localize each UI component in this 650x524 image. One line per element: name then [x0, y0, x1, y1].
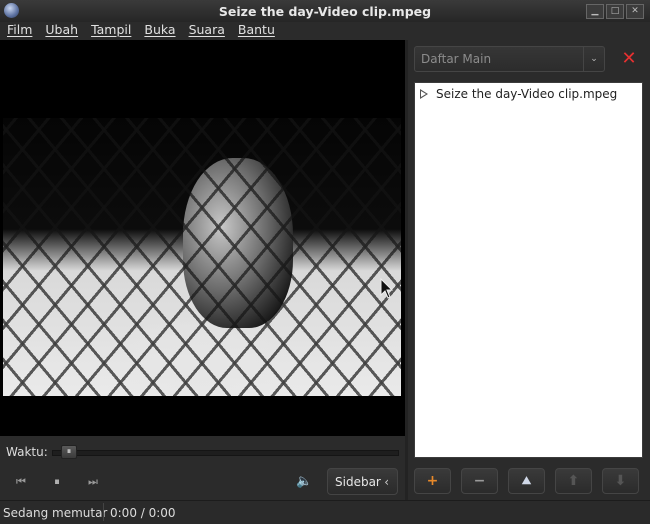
minimize-icon[interactable]: ▁ [586, 4, 604, 19]
seek-handle[interactable]: ⏸ [61, 445, 77, 459]
status-text: Sedang memutar [3, 506, 108, 520]
sidebar-selector-value: Daftar Main [421, 52, 492, 66]
menu-bantu[interactable]: Bantu [231, 22, 281, 39]
save-button[interactable]: ⛰ [508, 468, 545, 494]
close-x-icon[interactable]: ✕ [620, 50, 638, 68]
sidebar-toggle-button[interactable]: Sidebar ‹ [327, 468, 398, 495]
arrow-down-icon: ⬇ [614, 473, 627, 489]
video-frame [3, 118, 401, 396]
minus-icon: − [473, 473, 486, 489]
add-button[interactable]: + [414, 468, 451, 494]
chevron-down-icon: ⌄ [583, 47, 604, 71]
skip-forward-icon[interactable]: ⏭ [82, 473, 104, 491]
sidebar-button-label: Sidebar [335, 475, 381, 489]
menu-tampil[interactable]: Tampil [84, 22, 137, 39]
status-bar: Sedang memutar 0:00 / 0:00 [0, 500, 650, 524]
video-fence-overlay [3, 118, 401, 396]
time-label: Waktu: [6, 445, 48, 459]
play-indicator-icon [420, 89, 428, 99]
close-icon[interactable]: ✕ [626, 4, 644, 19]
remove-button[interactable]: − [461, 468, 498, 494]
sidebar: Daftar Main ⌄ ✕ Seize the day-Video clip… [408, 40, 650, 500]
playback-controls: ⏮ ⏸ ⏭ 🔈 Sidebar ‹ [0, 465, 405, 500]
playlist[interactable]: Seize the day-Video clip.mpeg [414, 82, 643, 458]
status-separator [103, 503, 104, 521]
seek-bar[interactable] [52, 450, 399, 456]
maximize-icon[interactable]: □ [606, 4, 624, 19]
move-up-button[interactable]: ⬆ [555, 468, 592, 494]
video-area[interactable] [0, 40, 405, 436]
move-down-button[interactable]: ⬇ [602, 468, 639, 494]
arrow-up-icon: ⬆ [567, 473, 580, 489]
menu-ubah[interactable]: Ubah [38, 22, 84, 39]
menu-bar: Film Ubah Tampil Buka Suara Bantu [0, 22, 650, 39]
status-time: 0:00 / 0:00 [110, 506, 176, 520]
window-controls: ▁ □ ✕ [586, 4, 644, 19]
sidebar-selector[interactable]: Daftar Main ⌄ [414, 46, 605, 72]
mouse-pointer-icon [380, 278, 394, 299]
chevron-left-icon: ‹ [384, 475, 389, 489]
menu-buka[interactable]: Buka [137, 22, 181, 39]
title-bar: Seize the day-Video clip.mpeg ▁ □ ✕ [0, 0, 650, 23]
playlist-item-title: Seize the day-Video clip.mpeg [436, 87, 618, 101]
list-item[interactable]: Seize the day-Video clip.mpeg [415, 85, 642, 103]
seek-row: Waktu: ⏸ [0, 437, 405, 465]
menu-suara[interactable]: Suara [182, 22, 231, 39]
menu-film[interactable]: Film [0, 22, 38, 39]
window-title: Seize the day-Video clip.mpeg [218, 4, 432, 19]
save-playlist-icon: ⛰ [521, 474, 532, 487]
speaker-icon[interactable]: 🔈 [296, 473, 312, 491]
skip-back-icon[interactable]: ⏮ [10, 473, 32, 491]
playlist-buttons: + − ⛰ ⬆ ⬇ [414, 468, 644, 496]
plus-icon: + [426, 473, 439, 489]
pause-icon[interactable]: ⏸ [46, 473, 68, 491]
